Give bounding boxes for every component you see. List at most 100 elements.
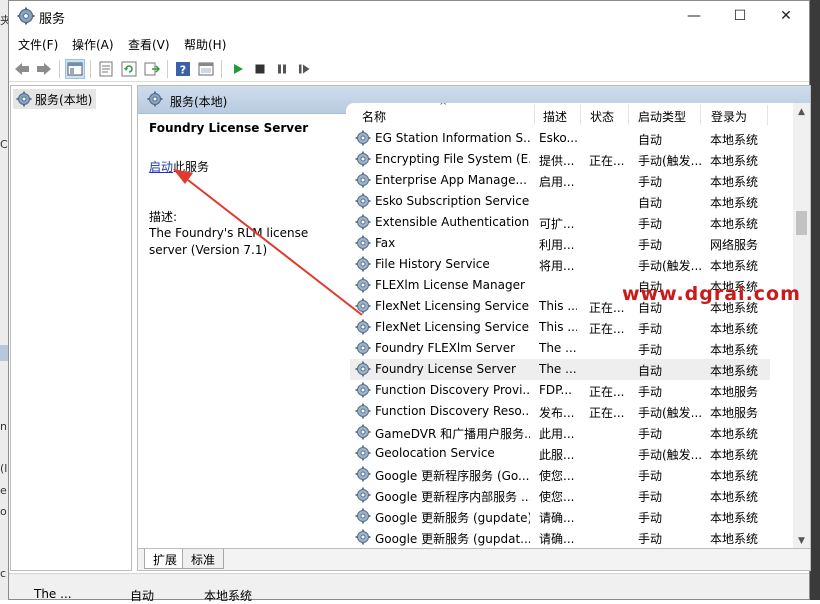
service-description-cell: 利用... [539,238,575,252]
title-bar[interactable]: 服务 — ☐ ✕ [9,1,809,31]
service-startup-type-cell: 手动 [638,238,663,252]
service-name-cell: FlexNet Licensing Service [375,299,529,313]
table-row[interactable]: FlexNet Licensing Service... This ... 正在..… [350,317,770,338]
service-gear-icon [355,445,371,461]
service-name-cell: Google 更新程序内部服务 ... [375,490,530,504]
toolbar-separator [221,60,222,78]
service-status-cell [589,215,629,231]
column-header-startup-type[interactable]: 启动类型 [630,108,686,126]
service-logon-cell: 本地系统 [710,469,759,483]
scroll-up-icon[interactable]: ▲ [793,103,810,120]
table-row[interactable]: File History Service 将用... 手动(触发... 本地系统 [350,254,770,275]
table-row[interactable]: Esko Subscription Service 自动 本地系统 [350,191,770,212]
column-divider[interactable] [628,105,629,125]
pause-icon[interactable] [272,59,292,79]
maximize-button[interactable]: ☐ [717,1,763,31]
background-text: 本地系统 [204,589,253,603]
service-description-cell: 使您... [539,490,575,504]
start-service-suffix: 此服务 [173,160,210,174]
service-status-cell [589,530,629,546]
service-status-cell: 正在... [589,322,625,336]
restart-icon[interactable] [294,59,314,79]
scroll-down-icon[interactable]: ▼ [793,532,810,549]
service-startup-type-cell: 手动 [638,469,663,483]
table-row[interactable]: Geolocation Service 此服... 手动(触发... 本地系统 [350,443,770,464]
column-divider[interactable] [700,105,701,125]
table-row[interactable]: Google 更新程序内部服务 ... 使您... 手动 本地系统 [350,485,770,506]
table-row[interactable]: Enterprise App Manage... 启用... 手动 本地系统 [350,170,770,191]
column-header-status[interactable]: 状态 [582,108,614,126]
table-row[interactable]: Function Discovery Provi... FDP... 正在... 手动… [350,380,770,401]
toolbar-separator [59,60,60,78]
column-header-name[interactable]: 名称 [354,108,386,126]
service-status-cell [589,341,629,357]
service-description-cell: 此用... [539,427,575,441]
service-startup-type-cell: 手动 [638,490,663,504]
play-icon[interactable] [228,59,248,79]
back-icon[interactable] [12,59,32,79]
table-row[interactable]: EG Station Information S... Esko... 自动 本地系统 [350,128,770,149]
selected-service-name: Foundry License Server [149,121,309,135]
menu-bar: 文件(F) 操作(A) 查看(V) 帮助(H) [9,32,809,54]
column-divider[interactable] [767,105,768,125]
menu-file[interactable]: 文件(F) [18,36,58,53]
description-text: The Foundry's RLM license server (Versio… [149,226,309,257]
tab-extended[interactable]: 扩展 [144,549,187,569]
minimize-button[interactable]: — [671,1,717,31]
menu-view[interactable]: 查看(V) [128,36,170,53]
menu-action[interactable]: 操作(A) [72,36,114,53]
service-gear-icon [355,214,371,230]
service-startup-type-cell: 自动 [638,133,663,147]
service-gear-icon [355,298,371,314]
menu-help[interactable]: 帮助(H) [184,36,226,53]
vertical-scrollbar[interactable]: ▲ ▼ [793,103,810,549]
table-row[interactable]: Fax 利用... 手动 网络服务 [350,233,770,254]
column-header-logon-as[interactable]: 登录为 [703,108,747,126]
service-name-cell: Encrypting File System (E... [375,152,530,166]
forward-icon[interactable] [34,59,54,79]
table-row[interactable]: Google 更新服务 (gupdat... 请确... 手动 本地系统 [350,527,770,548]
scrollbar-thumb[interactable] [796,211,807,235]
properties-icon[interactable] [96,59,116,79]
service-description-cell: 发布... [539,406,575,420]
close-button[interactable]: ✕ [763,1,809,31]
table-row[interactable]: Extensible Authentication... 可扩... 手动 本地系统 [350,212,770,233]
refresh-icon[interactable] [119,59,139,79]
table-row[interactable]: Google 更新程序服务 (Go... 使您... 手动 本地系统 [350,464,770,485]
tree-item-services-local[interactable]: 服务(本地) [13,89,97,109]
tab-standard[interactable]: 标准 [182,549,225,569]
service-gear-icon [355,151,371,167]
service-logon-cell: 本地系统 [710,511,759,525]
service-gear-icon [355,466,371,482]
service-description-cell [539,278,577,294]
table-row[interactable]: Foundry License Server The ... 自动 本地系统 [350,359,770,380]
service-logon-cell: 本地系统 [710,448,759,462]
service-status-cell: 正在... [589,154,625,168]
service-status-cell [589,194,629,210]
service-startup-type-cell: 手动 [638,343,663,357]
column-divider[interactable] [580,105,581,125]
service-logon-cell: 本地系统 [710,532,759,546]
column-header-description[interactable]: 描述 [535,108,567,126]
table-row[interactable]: GameDVR 和广播用户服务... 此用... 手动 本地系统 [350,422,770,443]
table-row[interactable]: Function Discovery Reso... 发布... 正在... 手动(触… [350,401,770,422]
export-icon[interactable] [142,59,162,79]
start-service-link[interactable]: 启动 [149,160,173,174]
service-status-cell [589,467,629,483]
service-name-cell: Fax [375,236,396,250]
table-row[interactable]: Foundry FLEXlm Server The ... 手动 本地系统 [350,338,770,359]
service-status-cell [589,236,629,252]
service-logon-cell: 本地系统 [710,217,759,231]
service-description-cell: 请确... [539,532,575,546]
services-gear-icon [17,7,35,25]
help-icon[interactable]: ? [173,59,193,79]
stop-icon[interactable] [250,59,270,79]
console-icon[interactable] [196,59,216,79]
table-row[interactable]: Encrypting File System (E... 提供... 正在... 手动… [350,149,770,170]
service-description-cell [539,194,577,210]
service-startup-type-cell: 手动 [638,217,663,231]
service-name-cell: Function Discovery Provi... [375,383,530,397]
table-row[interactable]: Google 更新服务 (gupdate) 请确... 手动 本地系统 [350,506,770,527]
console-tree-icon[interactable] [65,59,85,79]
service-description-cell: 此服... [539,448,575,462]
